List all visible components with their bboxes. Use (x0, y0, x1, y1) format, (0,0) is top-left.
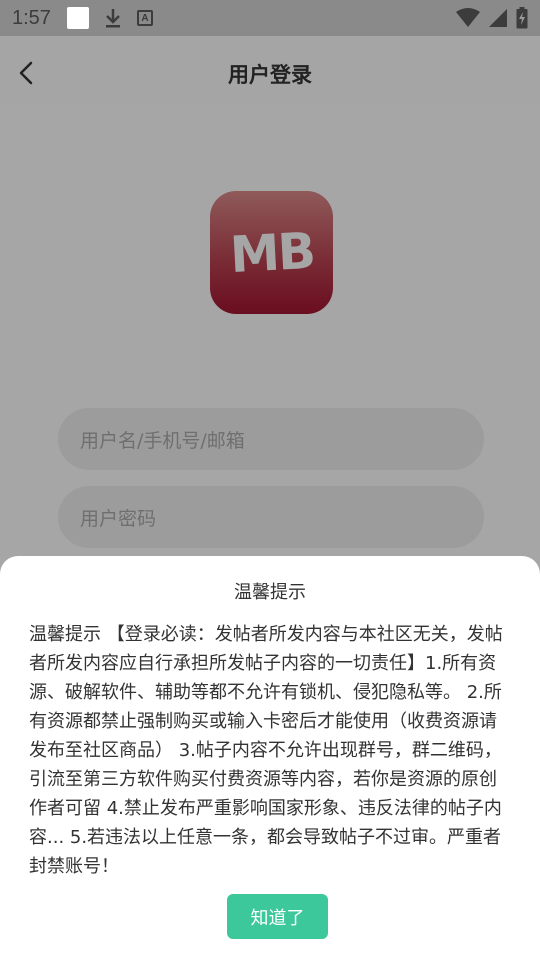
page-title: 用户登录 (228, 62, 312, 87)
password-input[interactable]: 用户密码 (58, 486, 484, 548)
cell-signal-icon (489, 9, 507, 27)
username-input[interactable]: 用户名/手机号/邮箱 (58, 408, 484, 470)
notification-square-icon (66, 7, 89, 29)
status-right-icons (456, 7, 528, 29)
app-header: 用户登录 (0, 36, 540, 111)
battery-charging-icon (516, 7, 528, 29)
chevron-left-icon[interactable] (14, 58, 40, 88)
font-a-icon: A (136, 10, 153, 26)
status-time: 1:57 (12, 6, 51, 29)
app-logo: MB (210, 191, 333, 314)
dialog-body: 温馨提示 【登录必读：发帖者所发内容与本社区无关，发帖者所发内容应自行承担所发帖… (29, 624, 503, 877)
notice-dialog: 温馨提示 温馨提示 【登录必读：发帖者所发内容与本社区无关，发帖者所发内容应自行… (0, 556, 540, 960)
dialog-title: 温馨提示 (234, 582, 306, 603)
download-icon (103, 6, 123, 30)
wifi-icon (456, 8, 480, 27)
status-bar: 1:57 A (0, 0, 540, 36)
acknowledge-button[interactable]: 知道了 (227, 894, 328, 939)
logo-text: MB (228, 221, 315, 284)
